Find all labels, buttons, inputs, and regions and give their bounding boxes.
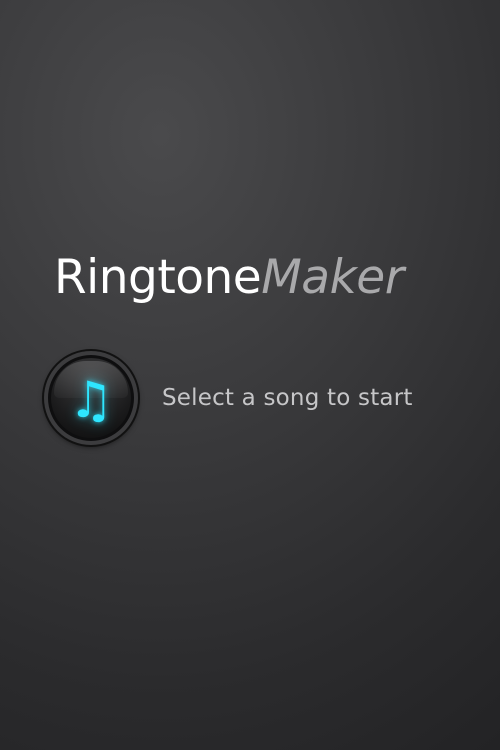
select-song-label[interactable]: Select a song to start [162,385,413,411]
select-song-button[interactable]: ♫ Select a song to start [44,350,424,446]
start-screen: RingtoneMaker ♫ Select a song to start [0,0,500,750]
music-note-icon: ♫ [68,371,114,429]
music-note-button[interactable]: ♫ [44,351,138,445]
app-logo: RingtoneMaker [54,248,404,308]
logo-maker-text: Maker [261,250,404,305]
logo-ringtone-text: Ringtone [54,250,262,305]
